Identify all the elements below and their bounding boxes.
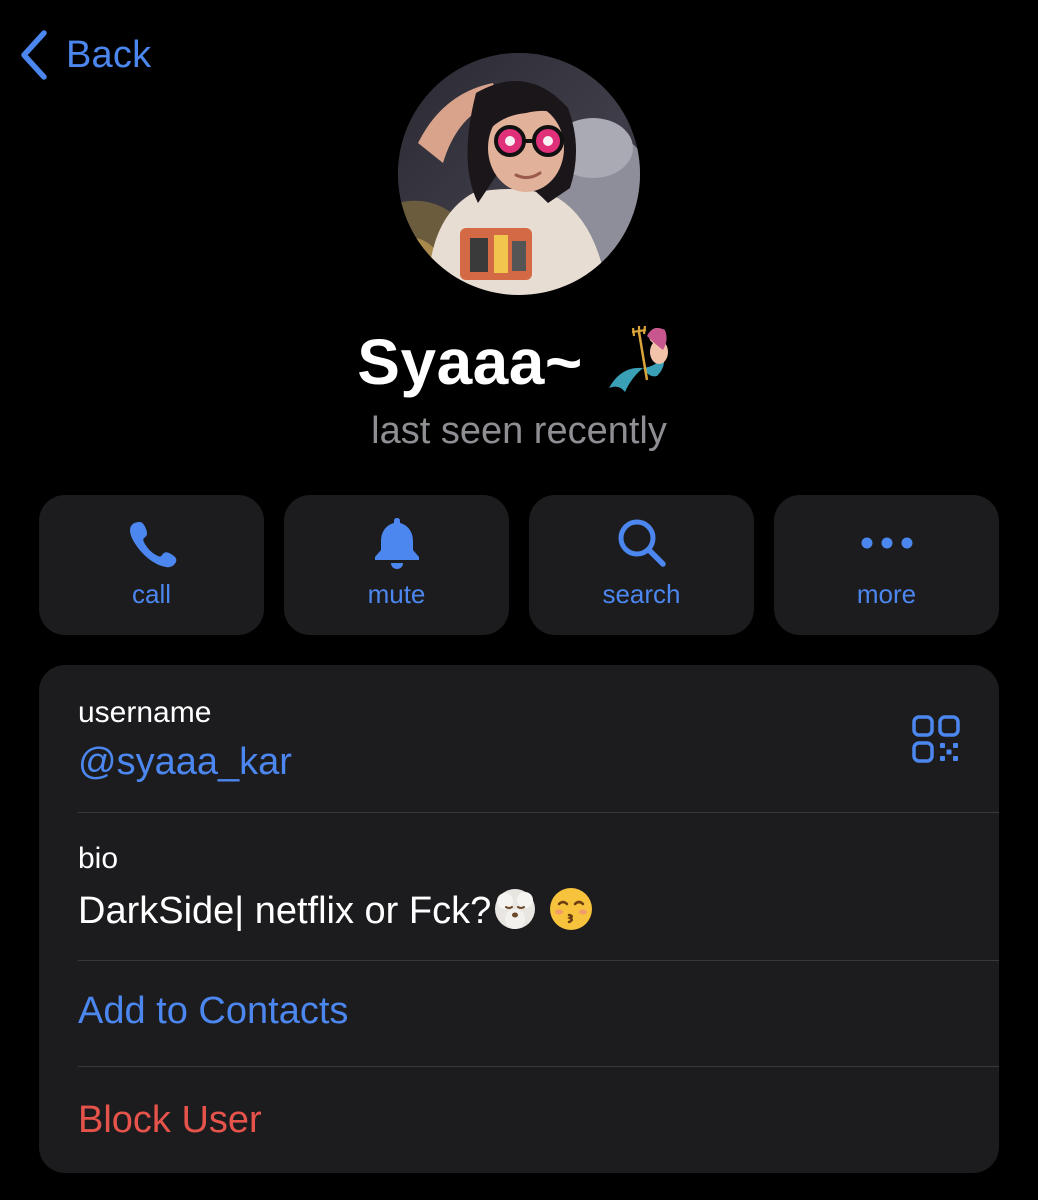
bell-icon [284,517,509,569]
bio-text: DarkSide| netflix or Fck? [78,890,492,932]
block-user-label: Block User [78,1099,262,1141]
mute-label: mute [367,579,426,609]
call-label: call [131,579,171,609]
action-bar: call mute search more [39,495,999,635]
bio-value: DarkSide| netflix or Fck? [78,885,595,934]
username-value[interactable]: @syaaa_kar [78,739,292,785]
last-seen-status: last seen recently [371,410,667,452]
call-button[interactable]: call [39,495,264,635]
mute-button[interactable]: mute [284,495,509,635]
bio-label: bio [78,842,119,875]
profile-name: Syaaa~ [0,322,1038,402]
add-to-contacts-button[interactable]: Add to Contacts [39,961,999,1066]
chevron-left-icon [18,28,50,82]
search-label: search [602,579,681,609]
username-label: username [78,696,212,729]
back-button[interactable]: Back [18,26,151,84]
face-exhaling-emoji [491,885,539,933]
divider [78,812,999,813]
search-button[interactable]: search [529,495,754,635]
phone-icon [39,517,264,569]
info-card: username @syaaa_kar bio DarkSide| netfli… [39,665,999,1173]
back-label: Back [66,33,152,76]
mermaid-emoji [601,325,681,396]
search-icon [529,517,754,569]
avatar[interactable] [398,53,640,295]
ellipsis-icon [774,517,999,569]
add-to-contacts-label: Add to Contacts [78,990,349,1032]
profile-name-text: Syaaa~ [357,326,583,398]
more-label: more [856,579,917,609]
more-button[interactable]: more [774,495,999,635]
kissing-face-emoji [547,885,595,933]
qr-code-icon[interactable] [912,715,960,763]
block-user-button[interactable]: Block User [39,1067,999,1173]
